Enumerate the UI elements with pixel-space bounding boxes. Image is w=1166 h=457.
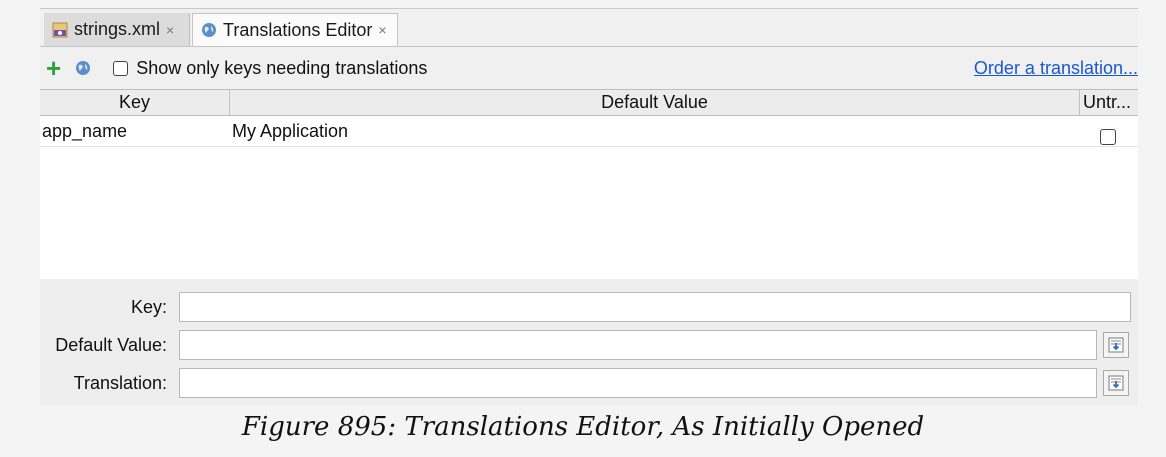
tab-strings-xml[interactable]: strings.xml ×	[44, 13, 190, 46]
tab-translations-editor[interactable]: Translations Editor ×	[192, 13, 398, 46]
checkbox-label: Show only keys needing translations	[136, 57, 428, 78]
expand-editor-icon	[1108, 337, 1124, 353]
table-row[interactable]: app_name My Application	[40, 116, 1138, 147]
expand-editor-button[interactable]	[1103, 332, 1129, 358]
translations-toolbar: + Show only keys needing translations Or…	[40, 47, 1138, 90]
order-translation-link[interactable]: Order a translation...	[974, 58, 1138, 79]
translation-row: Translation:	[40, 368, 1138, 402]
default-value-input[interactable]	[179, 330, 1097, 360]
default-value-label: Default Value:	[55, 335, 167, 355]
xml-file-icon	[52, 22, 68, 37]
cell-key: app_name	[42, 121, 128, 141]
column-header-key[interactable]: Key	[40, 90, 230, 115]
expand-editor-icon	[1108, 375, 1124, 391]
expand-editor-button[interactable]	[1103, 370, 1129, 396]
table-header: Key Default Value Untr...	[40, 90, 1138, 116]
close-icon[interactable]: ×	[166, 22, 174, 38]
default-value-row: Default Value:	[40, 330, 1138, 364]
figure-caption: Figure 895: Translations Editor, As Init…	[241, 412, 925, 442]
editor-tab-bar: strings.xml × Translations Editor ×	[40, 9, 1138, 47]
add-locale-globe-icon[interactable]	[75, 60, 91, 76]
column-header-default-value[interactable]: Default Value	[230, 90, 1080, 115]
add-key-icon[interactable]: +	[46, 55, 61, 81]
translation-label: Translation:	[73, 373, 167, 393]
key-row: Key:	[40, 292, 1138, 326]
cell-untranslatable	[1100, 124, 1116, 154]
ide-window: strings.xml × Translations Editor × + Sh…	[40, 8, 1138, 405]
close-icon[interactable]: ×	[378, 22, 386, 38]
cell-default-value: My Application	[232, 121, 349, 141]
column-header-untranslatable[interactable]: Untr...	[1080, 90, 1138, 115]
translation-input[interactable]	[179, 368, 1097, 398]
show-only-needing-translation-checkbox[interactable]	[113, 60, 129, 76]
key-label: Key:	[130, 297, 167, 317]
tab-label: Translations Editor	[223, 19, 373, 40]
globe-icon	[202, 23, 216, 37]
key-input[interactable]	[179, 292, 1131, 322]
details-form: Key: Default Value: Translation:	[40, 279, 1138, 405]
tab-label: strings.xml	[74, 19, 161, 39]
untranslatable-checkbox[interactable]	[1100, 129, 1116, 145]
